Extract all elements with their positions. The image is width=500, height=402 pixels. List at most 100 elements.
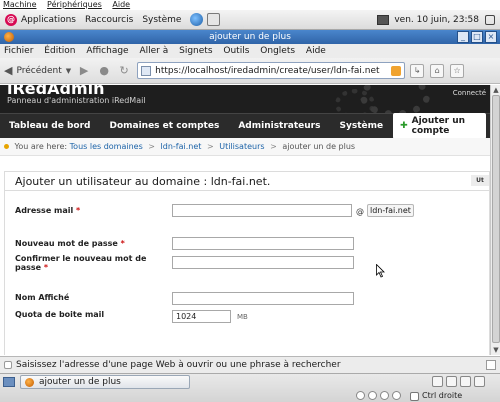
minimize-button[interactable]: _ [457, 31, 469, 43]
bottom-taskbar: ajouter un de plus Ctrl droite [0, 373, 500, 402]
window-title: ajouter un de plus [209, 32, 291, 42]
form-title: Ajouter un utilisateur au domaine : ldn-… [15, 175, 271, 188]
vm-menu-help[interactable]: Aide [112, 0, 130, 9]
vm-menu-devices[interactable]: Périphériques [47, 0, 102, 9]
window-controls: _ □ × [455, 31, 497, 43]
tab-domains-accounts[interactable]: Domaines et comptes [100, 121, 229, 131]
breadcrumb-prefix: You are here: [14, 142, 68, 151]
taskbar-window-button[interactable]: ajouter un de plus [20, 375, 190, 389]
reload-icon[interactable]: ↻ [117, 64, 131, 78]
menu-edit[interactable]: Édition [44, 46, 75, 56]
vm-status-disk-icon [356, 391, 365, 400]
menu-bookmarks[interactable]: Signets [179, 46, 212, 56]
menu-file[interactable]: Fichier [4, 46, 33, 56]
back-button[interactable]: ◀ Précédent ▼ [4, 64, 71, 77]
power-icon[interactable] [485, 14, 495, 25]
password-field[interactable] [172, 237, 354, 250]
menu-view[interactable]: Affichage [86, 46, 128, 56]
at-sign: @ [356, 207, 364, 216]
forward-arrow-icon[interactable]: ▶ [77, 64, 91, 78]
tab-administrators[interactable]: Administrateurs [229, 121, 330, 131]
form-header-tab[interactable]: Ut [471, 175, 489, 186]
breadcrumb-separator: > [206, 142, 214, 151]
panel-menu-system[interactable]: Système [142, 15, 181, 25]
status-text: Saisissez l'adresse d'une page Web à ouv… [16, 360, 341, 370]
panel-clock[interactable]: ven. 10 juin, 23:58 [394, 15, 479, 25]
back-history-chevron-icon[interactable]: ▼ [66, 67, 71, 75]
top-panel: @ Applications Raccourcis Système ven. 1… [0, 10, 500, 30]
confirm-password-field[interactable] [172, 256, 354, 269]
window-titlebar: ajouter un de plus _ □ × [0, 30, 500, 44]
quota-field[interactable]: 1024 [172, 310, 231, 323]
menu-tabs[interactable]: Onglets [260, 46, 295, 56]
workspace-4-icon[interactable] [474, 376, 485, 387]
bookmark-icon[interactable]: ☆ [450, 63, 465, 78]
taskbar-app-icon [25, 378, 34, 387]
panel-menu-applications[interactable]: Applications [21, 15, 76, 25]
mail-launcher-icon[interactable] [207, 13, 221, 26]
panel-menu-shortcuts[interactable]: Raccourcis [85, 15, 133, 25]
go-button[interactable]: ↳ [410, 63, 425, 78]
home-button[interactable]: ⌂ [430, 63, 445, 78]
tab-system[interactable]: Système [330, 121, 393, 131]
page-scrollbar[interactable]: ▲ ▼ [490, 85, 500, 355]
address-bar[interactable]: https://localhost/iredadmin/create/user/… [137, 62, 406, 79]
confirm-password-label-line1: Confirmer le nouveau mot de [15, 254, 147, 263]
workspace-2-icon[interactable] [446, 376, 457, 387]
stop-icon[interactable]: ● [97, 64, 111, 78]
required-mark: * [76, 206, 81, 215]
password-label: Nouveau mot de passe * [15, 239, 125, 248]
web-page: iRedAdmin Panneau d'administration iRedM… [0, 85, 490, 355]
scroll-up-icon[interactable]: ▲ [492, 86, 500, 94]
password-label-text: Nouveau mot de passe [15, 239, 118, 248]
resize-grip-icon[interactable] [486, 360, 496, 370]
quota-label: Quota de boite mail [15, 310, 105, 319]
vm-menu-machine[interactable]: Machine [3, 0, 37, 9]
feed-icon[interactable] [391, 66, 402, 76]
tab-dashboard[interactable]: Tableau de bord [0, 121, 100, 131]
maximize-button[interactable]: □ [471, 31, 483, 43]
breadcrumb-users[interactable]: Utilisateurs [219, 142, 264, 151]
navigation-toolbar: ◀ Précédent ▼ ▶ ● ↻ https://localhost/ir… [0, 58, 500, 84]
close-button[interactable]: × [485, 31, 497, 43]
network-icon[interactable] [377, 14, 390, 25]
email-label-text: Adresse mail [15, 206, 74, 215]
add-account-button[interactable]: ✚ Ajouter un compte [393, 113, 486, 139]
quota-unit: MB [237, 313, 248, 321]
menu-help[interactable]: Aide [306, 46, 326, 56]
breadcrumb-separator: > [270, 142, 277, 151]
add-user-form: Ajouter un utilisateur au domaine : ldn-… [4, 171, 490, 355]
email-field[interactable] [172, 204, 352, 217]
site-favicon-icon [141, 65, 152, 76]
location-dot-icon [4, 144, 9, 149]
host-key-icon [410, 392, 419, 401]
back-arrow-icon: ◀ [4, 64, 13, 77]
display-name-label: Nom Affiché [15, 293, 70, 302]
show-desktop-icon[interactable] [3, 377, 15, 387]
breadcrumb-current: ajouter un de plus [282, 142, 356, 151]
workspace-1-icon[interactable] [432, 376, 443, 387]
address-bar-url: https://localhost/iredadmin/create/user/… [155, 65, 380, 76]
breadcrumb-separator: > [148, 142, 155, 151]
menu-tools[interactable]: Outils [223, 46, 249, 56]
domain-select[interactable]: ldn-fai.net [367, 204, 414, 217]
main-nav: Tableau de bord Domaines et comptes Admi… [0, 113, 490, 139]
confirm-password-label-line2: passe [15, 263, 42, 272]
add-account-label: Ajouter un compte [411, 116, 466, 136]
plus-icon: ✚ [400, 121, 408, 131]
scroll-down-icon[interactable]: ▼ [492, 346, 500, 354]
breadcrumb: You are here: Tous les domaines > ldn-fa… [0, 138, 490, 156]
taskbar-window-label: ajouter un de plus [39, 377, 121, 387]
breadcrumb-all-domains[interactable]: Tous les domaines [70, 142, 143, 151]
browser-menubar: Fichier Édition Affichage Aller à Signet… [0, 44, 500, 58]
connected-label: Connecté [452, 89, 486, 97]
menu-go[interactable]: Aller à [139, 46, 168, 56]
vm-status-cdrom-icon [368, 391, 377, 400]
vm-menubar: Machine Périphériques Aide [0, 0, 500, 10]
browser-launcher-icon[interactable] [190, 13, 204, 26]
display-name-field[interactable] [172, 292, 354, 305]
scrollbar-thumb[interactable] [492, 95, 500, 343]
gear-decoration-icon [360, 85, 430, 113]
breadcrumb-domain[interactable]: ldn-fai.net [161, 142, 202, 151]
workspace-3-icon[interactable] [460, 376, 471, 387]
